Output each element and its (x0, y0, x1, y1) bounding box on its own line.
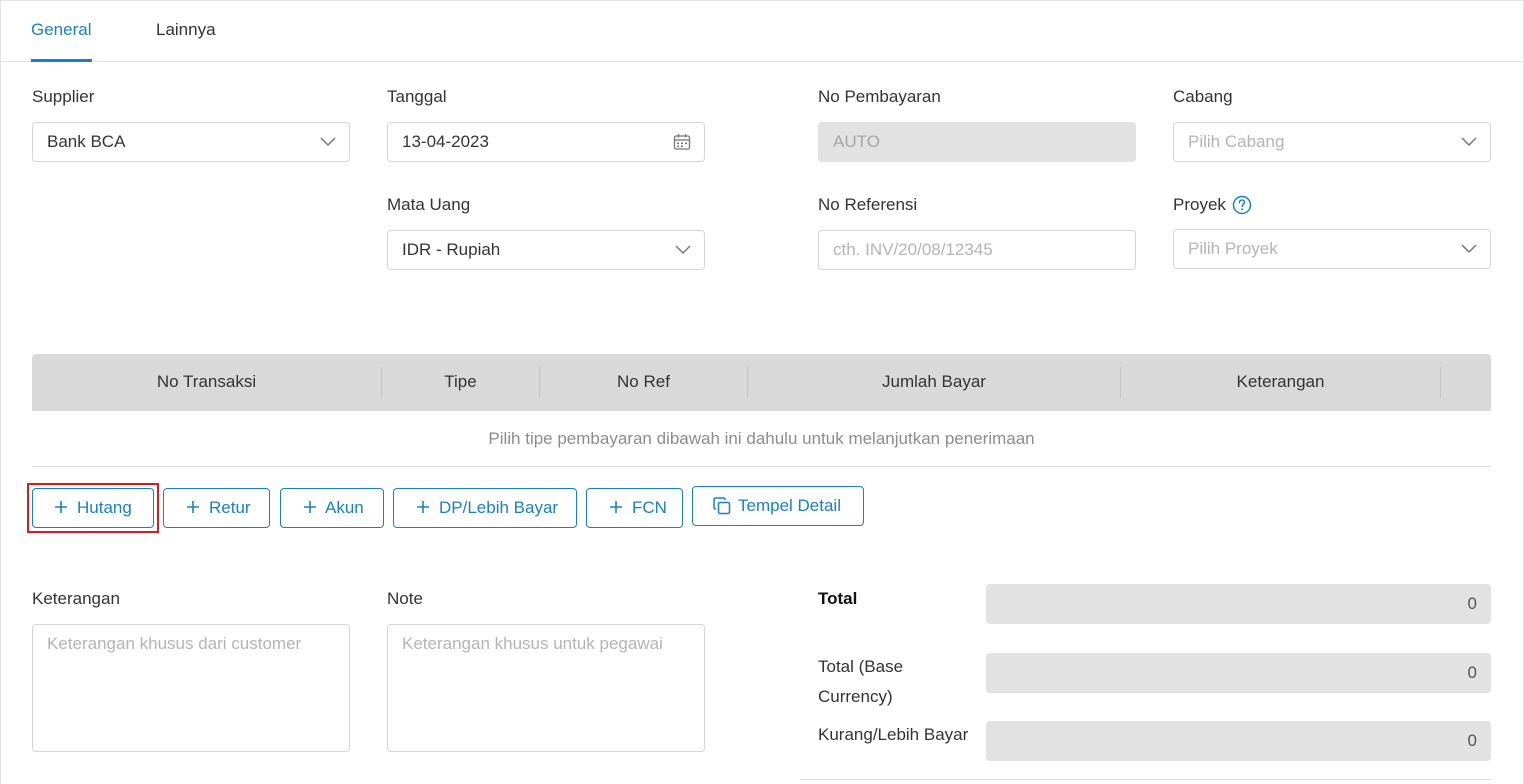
column-header-no-transaksi: No Transaksi (156, 372, 257, 391)
tempel-detail-button[interactable]: Tempel Detail (692, 486, 864, 526)
mata-uang-label: Mata Uang (387, 195, 471, 214)
active-tab-indicator (31, 59, 92, 62)
tanggal-datepicker[interactable]: 13-04-2023 (387, 122, 705, 162)
kurang-lebih-bayar-value: 0 (1467, 731, 1477, 750)
copy-icon (713, 497, 731, 515)
note-label: Note (387, 589, 423, 608)
tab-bar: General Lainnya (0, 0, 1523, 62)
add-retur-button[interactable]: Retur (163, 488, 270, 528)
proyek-select[interactable]: Pilih Proyek (1173, 229, 1491, 269)
total-label: Total (818, 589, 858, 608)
total-field: 0 (986, 584, 1491, 624)
tab-lainnya[interactable]: Lainnya (156, 20, 216, 40)
add-dp-lebih-bayar-label: DP/Lebih Bayar (439, 498, 559, 517)
divider (800, 779, 1491, 780)
supplier-label: Supplier (32, 87, 95, 106)
add-akun-button[interactable]: Akun (280, 488, 384, 528)
no-pembayaran-label: No Pembayaran (818, 87, 941, 106)
no-referensi-label: No Referensi (818, 195, 918, 214)
tab-general[interactable]: General (31, 20, 91, 40)
chevron-down-icon (675, 245, 691, 255)
plus-icon (187, 501, 199, 513)
no-pembayaran-value: AUTO (833, 132, 880, 151)
supplier-select[interactable]: Bank BCA (32, 122, 350, 162)
keterangan-label: Keterangan (32, 589, 120, 608)
tanggal-value: 13-04-2023 (402, 132, 489, 151)
mata-uang-value: IDR - Rupiah (402, 240, 501, 259)
add-akun-label: Akun (325, 498, 364, 517)
column-header-no-ref: No Ref (617, 372, 670, 391)
cabang-label: Cabang (1173, 87, 1233, 106)
total-base-label-line1: Total (Base (818, 657, 904, 676)
column-separator (1440, 367, 1441, 397)
calendar-icon[interactable] (673, 133, 691, 151)
kurang-lebih-bayar-field: 0 (986, 721, 1491, 761)
keterangan-placeholder: Keterangan khusus dari customer (47, 634, 302, 653)
mata-uang-select[interactable]: IDR - Rupiah (387, 230, 705, 270)
add-retur-label: Retur (209, 498, 251, 517)
keterangan-textarea[interactable]: Keterangan khusus dari customer (32, 624, 350, 752)
cabang-select[interactable]: Pilih Cabang (1173, 122, 1491, 162)
proyek-placeholder: Pilih Proyek (1188, 239, 1278, 258)
no-referensi-placeholder: cth. INV/20/08/12345 (833, 240, 993, 259)
add-hutang-label: Hutang (77, 498, 132, 517)
add-fcn-label: FCN (632, 498, 667, 517)
proyek-label: Proyek (1173, 195, 1226, 214)
no-pembayaran-field: AUTO (818, 122, 1136, 162)
chevron-down-icon (320, 137, 336, 147)
plus-icon (55, 501, 67, 513)
total-value: 0 (1467, 594, 1477, 613)
tanggal-label: Tanggal (387, 87, 447, 106)
table-empty-row: Pilih tipe pembayaran dibawah ini dahulu… (32, 411, 1491, 467)
add-fcn-button[interactable]: FCN (586, 488, 683, 528)
add-dp-lebih-bayar-button[interactable]: DP/Lebih Bayar (393, 488, 577, 528)
note-placeholder: Keterangan khusus untuk pegawai (402, 634, 663, 653)
plus-icon (610, 501, 622, 513)
tempel-detail-label: Tempel Detail (738, 496, 841, 515)
question-circle-icon[interactable] (1232, 195, 1252, 215)
plus-icon (304, 501, 316, 513)
note-textarea[interactable]: Keterangan khusus untuk pegawai (387, 624, 705, 752)
total-base-value: 0 (1467, 663, 1477, 682)
kurang-lebih-bayar-label: Kurang/Lebih Bayar (818, 725, 969, 744)
chevron-down-icon (1461, 244, 1477, 254)
supplier-value: Bank BCA (47, 132, 126, 151)
table-empty-message: Pilih tipe pembayaran dibawah ini dahulu… (488, 429, 1035, 448)
table-header: No Transaksi Tipe No Ref Jumlah Bayar Ke… (32, 354, 1491, 411)
chevron-down-icon (1461, 137, 1477, 147)
total-base-field: 0 (986, 653, 1491, 693)
cabang-placeholder: Pilih Cabang (1188, 132, 1285, 151)
column-header-keterangan: Keterangan (1236, 372, 1325, 391)
total-base-label-line2: Currency) (818, 687, 893, 706)
no-referensi-input[interactable]: cth. INV/20/08/12345 (818, 230, 1136, 270)
column-header-jumlah-bayar: Jumlah Bayar (882, 372, 986, 391)
add-hutang-button[interactable]: Hutang (32, 488, 154, 528)
plus-icon (417, 501, 429, 513)
column-header-tipe: Tipe (444, 372, 477, 391)
